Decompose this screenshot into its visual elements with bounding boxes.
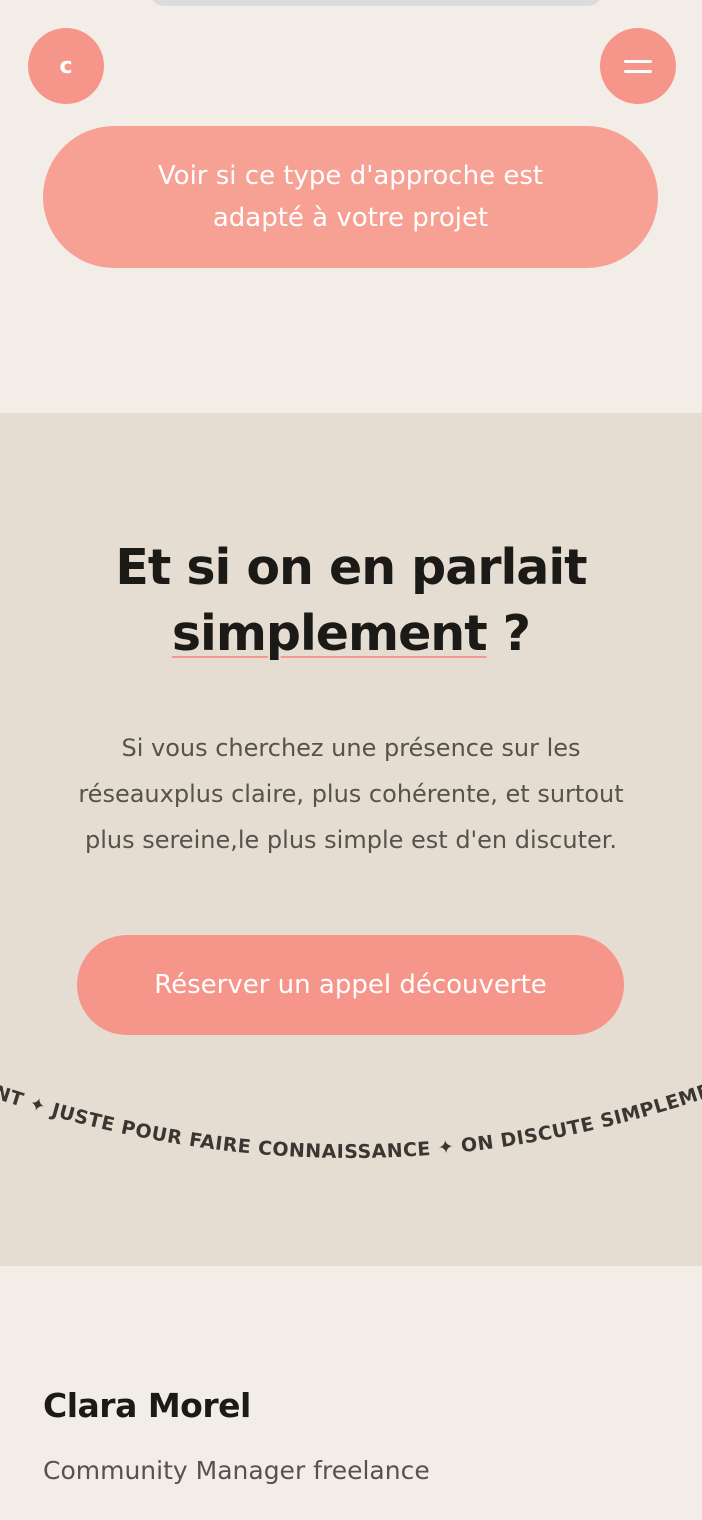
top-image-edge bbox=[150, 0, 602, 6]
cta-paragraph: Si vous cherchez une présence sur les ré… bbox=[78, 734, 624, 854]
footer-role: Community Manager freelance bbox=[43, 1456, 430, 1485]
headline-line-2: simplement ? bbox=[0, 601, 702, 667]
cta-headline: Et si on en parlait simplement ? bbox=[0, 535, 702, 667]
menu-button[interactable] bbox=[600, 28, 676, 104]
curved-marquee-textpath: ENT ✦ JUSTE POUR FAIRE CONNAISSANCE ✦ ON… bbox=[0, 1033, 702, 1163]
headline-underlined-word: simplement bbox=[171, 605, 488, 662]
logo-button[interactable]: c bbox=[28, 28, 104, 104]
logo-letter: c bbox=[59, 53, 73, 79]
book-discovery-call-button[interactable]: Réserver un appel découverte bbox=[77, 935, 624, 1035]
footer-name: Clara Morel bbox=[43, 1386, 251, 1425]
headline-line-1: Et si on en parlait bbox=[115, 539, 587, 596]
book-discovery-call-label: Réserver un appel découverte bbox=[154, 970, 547, 1000]
curved-marquee: ENT ✦ JUSTE POUR FAIRE CONNAISSANCE ✦ ON… bbox=[0, 1033, 702, 1163]
headline-suffix: ? bbox=[486, 605, 531, 662]
hamburger-icon bbox=[624, 59, 652, 73]
approach-fit-button[interactable]: Voir si ce type d'approche est adapté à … bbox=[43, 126, 658, 268]
approach-fit-label: Voir si ce type d'approche est adapté à … bbox=[157, 161, 544, 233]
contact-cta-section: Et si on en parlait simplement ? Si vous… bbox=[0, 413, 702, 1266]
curved-marquee-text: ENT ✦ JUSTE POUR FAIRE CONNAISSANCE ✦ ON… bbox=[0, 1033, 702, 1163]
